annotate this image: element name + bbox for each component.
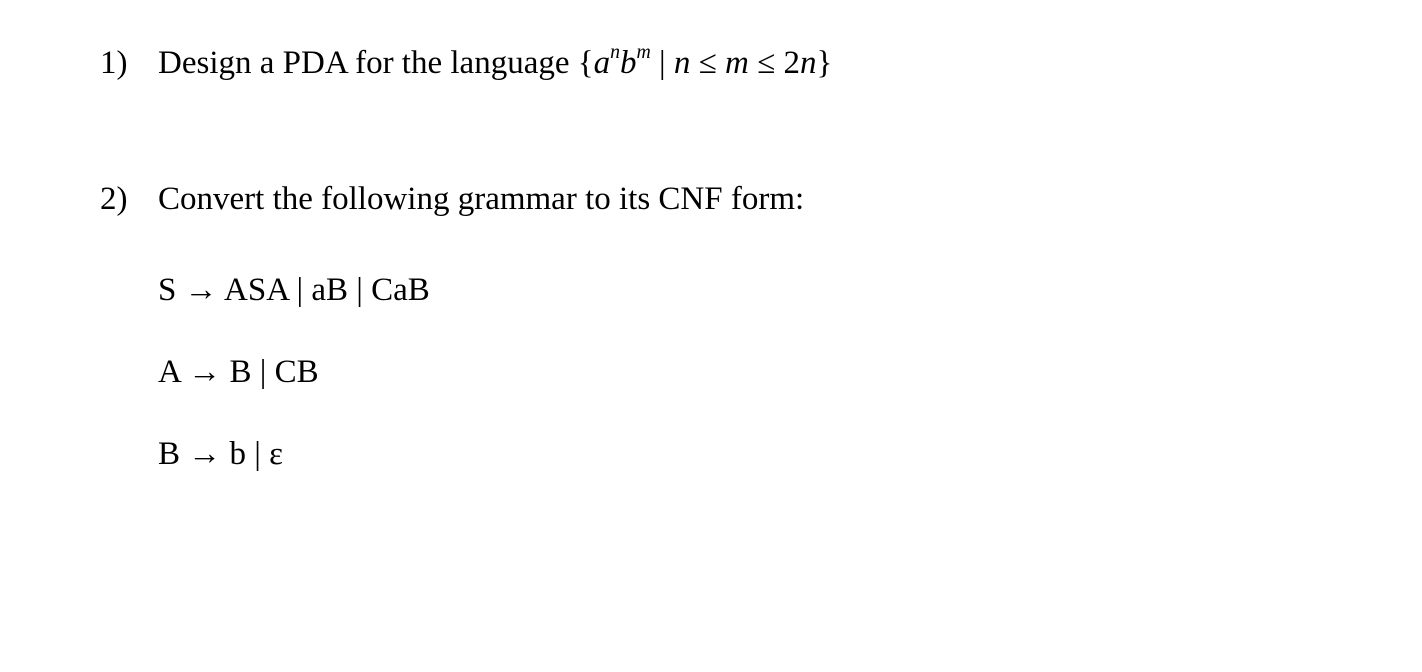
problem-1: 1) Design a PDA for the language {anbm |… — [100, 40, 1322, 86]
set-open: { — [578, 45, 594, 81]
problem-2-number: 2) — [100, 176, 158, 222]
var-m2: m — [725, 45, 749, 81]
exp-n1: n — [610, 41, 620, 63]
problem-2-line: 2) Convert the following grammar to its … — [100, 176, 1322, 222]
problem-1-number: 1) — [100, 40, 158, 86]
problem-1-line: 1) Design a PDA for the language {anbm |… — [100, 40, 1322, 86]
problem-2-text: Convert the following grammar to its CNF… — [158, 176, 1322, 222]
bar: | — [651, 45, 674, 81]
var-n3: n — [800, 45, 817, 81]
grammar-rule-2: A → B | CB — [158, 354, 1322, 391]
two: 2 — [783, 45, 800, 81]
var-b: b — [620, 45, 637, 81]
exp-m1: m — [636, 41, 650, 63]
grammar-rules: S → ASA | aB | CaB A → B | CB B → b | ε — [100, 272, 1322, 473]
set-close: } — [816, 45, 832, 81]
problem-1-content: Design a PDA for the language {anbm | n … — [158, 40, 1322, 86]
grammar-rule-1: S → ASA | aB | CaB — [158, 272, 1322, 309]
problem-1-prefix: Design a PDA for the language — [158, 45, 578, 81]
leq2: ≤ — [749, 45, 784, 81]
var-n2: n — [674, 45, 691, 81]
problem-2: 2) Convert the following grammar to its … — [100, 176, 1322, 473]
problem-1-set: {anbm | n ≤ m ≤ 2n} — [578, 45, 833, 81]
var-a: a — [594, 45, 611, 81]
grammar-rule-3: B → b | ε — [158, 436, 1322, 473]
leq1: ≤ — [690, 45, 725, 81]
